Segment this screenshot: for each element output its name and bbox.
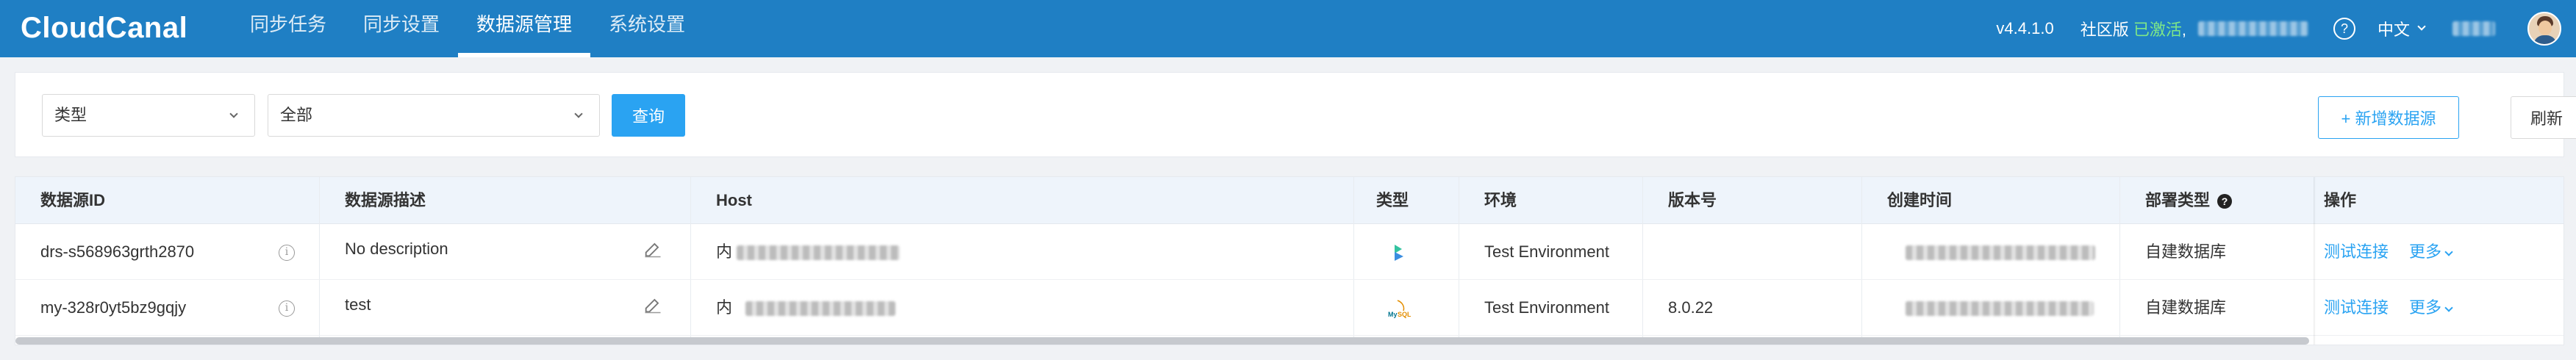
col-version: 版本号: [1668, 191, 1717, 209]
created-time-cell: [1906, 224, 2095, 280]
activation-status: 已激活: [2133, 21, 2182, 39]
doris-icon: [1395, 245, 1403, 261]
test-connection-link[interactable]: 测试连接: [2324, 280, 2389, 336]
more-label: 更多: [2409, 242, 2442, 261]
mysql-icon: My SQL: [1388, 300, 1411, 318]
edit-icon[interactable]: [643, 239, 663, 259]
type-select-value: 类型: [54, 106, 87, 124]
host-cell: 内: [716, 224, 901, 280]
col-environment: 环境: [1484, 191, 1517, 209]
host-blurred: [745, 301, 896, 317]
chevron-down-icon: [2417, 22, 2426, 31]
edition-text: 社区版: [2080, 21, 2129, 39]
deploy-type: 自建数据库: [2145, 242, 2227, 261]
created-time-cell: [1906, 280, 2094, 336]
chevron-down-icon: [2444, 248, 2453, 256]
col-created-time: 创建时间: [1887, 191, 1953, 209]
chevron-down-icon: [574, 109, 583, 118]
col-actions: 操作: [2324, 191, 2357, 209]
version-label: v4.4.1.0: [1996, 19, 2054, 37]
edition-separator: ,: [2181, 21, 2186, 39]
horizontal-scrollbar[interactable]: [15, 337, 2309, 345]
svg-text:SQL: SQL: [1398, 311, 1411, 318]
main-nav: 同步任务 同步设置 数据源管理 系统设置: [232, 0, 704, 57]
created-time-blurred: [1906, 245, 2095, 261]
col-deploy-type: 部署类型?: [2145, 177, 2233, 224]
scope-select-value: 全部: [280, 106, 313, 124]
license-blurred: [2197, 21, 2308, 36]
col-type: 类型: [1376, 191, 1409, 209]
more-actions-dropdown[interactable]: 更多: [2409, 224, 2453, 280]
test-connection-link[interactable]: 测试连接: [2324, 224, 2389, 280]
username-blurred[interactable]: [2452, 21, 2495, 36]
host-prefix: 内: [716, 298, 733, 317]
col-deploy-type-label: 部署类型: [2145, 191, 2211, 209]
version: 8.0.22: [1668, 298, 1714, 317]
datasource-description: No description: [345, 240, 448, 258]
nav-system-settings[interactable]: 系统设置: [590, 0, 704, 57]
datasource-id: my-328r0yt5bz9gqjy: [40, 298, 187, 317]
table-row: drs-s568963grth2870 i No description 内 T…: [15, 224, 2564, 280]
filter-panel: 类型 全部 查询 + 新增数据源 刷新: [15, 72, 2576, 157]
refresh-button[interactable]: 刷新: [2511, 96, 2576, 139]
language-label: 中文: [2377, 21, 2410, 39]
more-label: 更多: [2409, 298, 2442, 317]
host-blurred: [737, 245, 901, 261]
deploy-type: 自建数据库: [2145, 298, 2227, 317]
edition-label: 社区版 已激活,: [2081, 17, 2186, 40]
datasource-description: test: [345, 295, 371, 314]
question-circle-icon[interactable]: ?: [2217, 194, 2233, 209]
help-icon[interactable]: ?: [2333, 18, 2355, 40]
datasource-id: drs-s568963grth2870: [40, 242, 195, 261]
environment: Test Environment: [1484, 298, 1609, 317]
info-icon[interactable]: i: [279, 300, 295, 317]
col-description: 数据源描述: [345, 191, 426, 209]
chevron-down-icon: [229, 109, 238, 118]
more-actions-dropdown[interactable]: 更多: [2409, 280, 2453, 336]
top-navbar: CloudCanal 同步任务 同步设置 数据源管理 系统设置 v4.4.1.0…: [0, 0, 2576, 57]
chevron-down-icon: [2444, 303, 2453, 312]
logo-text: CloudCanal: [21, 11, 188, 44]
environment: Test Environment: [1484, 242, 1609, 261]
query-button[interactable]: 查询: [612, 94, 685, 137]
nav-sync-tasks[interactable]: 同步任务: [232, 0, 345, 57]
info-icon[interactable]: i: [279, 245, 295, 261]
nav-sync-settings[interactable]: 同步设置: [345, 0, 458, 57]
fixed-column-shadow: [2314, 177, 2316, 345]
scope-select[interactable]: 全部: [268, 94, 600, 137]
table-header: 数据源ID 数据源描述 Host 类型 环境 版本号 创建时间 部署类型? 操作: [15, 177, 2564, 224]
host-cell: 内: [716, 280, 896, 336]
add-datasource-button[interactable]: + 新增数据源: [2318, 96, 2459, 139]
type-select[interactable]: 类型: [42, 94, 255, 137]
table-row: my-328r0yt5bz9gqjy i test 内 My SQL Test E…: [15, 280, 2564, 336]
header-right: v4.4.1.0 社区版 已激活, ? 中文: [1996, 0, 2576, 57]
host-prefix: 内: [716, 242, 733, 261]
datasource-table: 数据源ID 数据源描述 Host 类型 环境 版本号 创建时间 部署类型? 操作…: [15, 176, 2564, 345]
svg-text:My: My: [1388, 311, 1398, 318]
created-time-blurred: [1906, 301, 2094, 317]
cloudcanal-logo[interactable]: CloudCanal: [21, 6, 187, 50]
col-host: Host: [716, 191, 752, 209]
col-datasource-id: 数据源ID: [40, 191, 106, 209]
edit-icon[interactable]: [643, 295, 663, 315]
user-avatar[interactable]: [2527, 12, 2561, 46]
language-selector[interactable]: 中文: [2377, 17, 2426, 40]
nav-datasource-management[interactable]: 数据源管理: [458, 0, 591, 57]
